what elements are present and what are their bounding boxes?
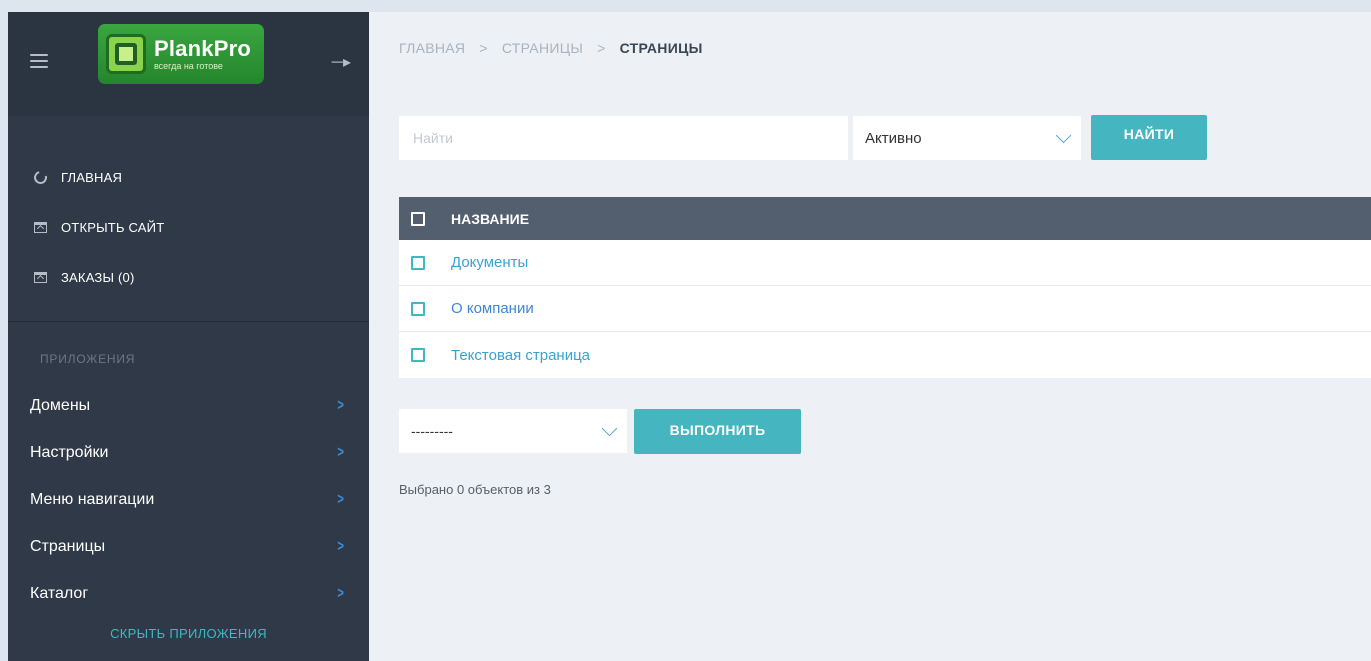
status-select-value: Активно: [865, 129, 922, 147]
logo-mark-icon: [106, 34, 146, 74]
run-action-button[interactable]: ВЫПОЛНИТЬ: [634, 409, 801, 454]
sidebar-link-label: ГЛАВНАЯ: [61, 169, 123, 185]
sidebar-item-domains[interactable]: Домены >: [8, 382, 369, 429]
loader-icon: [31, 168, 49, 186]
sidebar-item-label: Меню навигации: [30, 490, 155, 508]
row-checkbox[interactable]: [411, 301, 425, 316]
sidebar-item-label: Домены: [30, 396, 91, 414]
row-link[interactable]: Документы: [451, 254, 528, 271]
chevron-down-icon: [601, 420, 618, 436]
chevron-right-icon: >: [337, 537, 344, 555]
chevron-right-icon: >: [337, 443, 344, 461]
chevron-right-icon: >: [337, 396, 344, 414]
sidebar-item-label: Страницы: [30, 537, 106, 555]
breadcrumb: ГЛАВНАЯ > СТРАНИЦЫ > СТРАНИЦЫ: [399, 40, 703, 56]
sidebar-top-links: ГЛАВНАЯ ОТКРЫТЬ САЙТ ЗАКАЗЫ (0): [8, 116, 369, 322]
row-checkbox[interactable]: [411, 348, 425, 362]
table-row: Текстовая страница: [399, 332, 1371, 378]
breadcrumb-separator: >: [597, 40, 606, 56]
search-input[interactable]: [399, 116, 848, 160]
orders-icon: [33, 270, 47, 284]
chevron-down-icon: [1055, 127, 1072, 143]
sidebar: PlankPro всегда на готове ─▸ ГЛАВНАЯ ОТК…: [8, 12, 369, 661]
logo[interactable]: PlankPro всегда на готове: [98, 24, 264, 84]
sidebar-item-pages[interactable]: Страницы >: [8, 523, 369, 570]
status-select[interactable]: Активно: [853, 116, 1081, 160]
table-header: НАЗВАНИЕ: [399, 197, 1371, 240]
pages-table: НАЗВАНИЕ Документы О компании Текстовая …: [399, 197, 1371, 378]
chevron-right-icon: >: [337, 584, 344, 602]
sidebar-item-label: Каталог: [30, 584, 89, 602]
sidebar-link-label: ОТКРЫТЬ САЙТ: [61, 219, 165, 235]
sidebar-link-open-site[interactable]: ОТКРЫТЬ САЙТ: [8, 202, 369, 252]
sidebar-link-home[interactable]: ГЛАВНАЯ: [8, 152, 369, 202]
breadcrumb-current: СТРАНИЦЫ: [619, 40, 703, 56]
apps-list: Домены > Настройки > Меню навигации > Ст…: [8, 382, 369, 617]
logo-title: PlankPro: [154, 35, 251, 61]
sidebar-item-settings[interactable]: Настройки >: [8, 429, 369, 476]
column-header-name[interactable]: НАЗВАНИЕ: [451, 211, 529, 227]
breadcrumb-separator: >: [479, 40, 488, 56]
find-button[interactable]: НАЙТИ: [1091, 115, 1207, 160]
row-link[interactable]: О компании: [451, 300, 534, 317]
sidebar-link-orders[interactable]: ЗАКАЗЫ (0): [8, 252, 369, 302]
open-site-icon: [33, 220, 47, 234]
table-row: О компании: [399, 286, 1371, 332]
sidebar-item-catalog[interactable]: Каталог >: [8, 570, 369, 617]
main-content: ГЛАВНАЯ > СТРАНИЦЫ > СТРАНИЦЫ Активно НА…: [369, 12, 1371, 661]
selected-count-text: Выбрано 0 объектов из 3: [399, 482, 551, 497]
app-frame: PlankPro всегда на готове ─▸ ГЛАВНАЯ ОТК…: [8, 12, 1371, 661]
hide-apps-link[interactable]: СКРЫТЬ ПРИЛОЖЕНИЯ: [8, 626, 369, 641]
sidebar-item-label: Настройки: [30, 443, 109, 461]
row-link[interactable]: Текстовая страница: [451, 347, 590, 364]
action-select[interactable]: ---------: [399, 409, 627, 453]
chevron-right-icon: >: [337, 490, 344, 508]
action-select-value: ---------: [411, 423, 453, 439]
breadcrumb-home[interactable]: ГЛАВНАЯ: [399, 40, 465, 56]
sidebar-header: PlankPro всегда на готове ─▸: [8, 12, 369, 116]
breadcrumb-pages[interactable]: СТРАНИЦЫ: [502, 40, 583, 56]
table-row: Документы: [399, 240, 1371, 286]
apps-section-title: ПРИЛОЖЕНИЯ: [40, 352, 136, 366]
row-checkbox[interactable]: [411, 255, 425, 270]
logo-subtitle: всегда на готове: [154, 60, 223, 71]
sidebar-item-nav-menu[interactable]: Меню навигации >: [8, 476, 369, 523]
menu-icon[interactable]: [30, 54, 48, 68]
pin-icon[interactable]: ─▸: [332, 52, 351, 72]
sidebar-link-label: ЗАКАЗЫ (0): [61, 269, 135, 285]
select-all-checkbox[interactable]: [411, 211, 425, 226]
